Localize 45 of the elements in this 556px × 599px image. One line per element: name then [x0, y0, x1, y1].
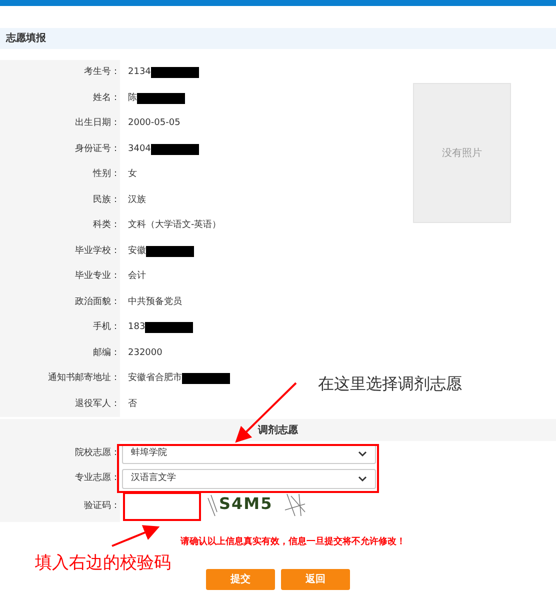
- chevron-down-icon: [358, 476, 367, 482]
- field-value: 安徽省合肥市: [128, 372, 182, 385]
- field-value: 文科（大学语文-英语）: [128, 219, 222, 232]
- field-value: 否: [128, 398, 137, 410]
- field-value: 2000-05-05: [128, 117, 180, 130]
- warning-text: 请确认以上信息真实有效，信息一旦提交将不允许修改！: [180, 536, 406, 549]
- field-label: 院校志愿：: [75, 446, 120, 460]
- field-value: 汉族: [128, 194, 146, 206]
- field-label: 验证码：: [84, 500, 120, 513]
- chevron-down-icon: [358, 450, 367, 456]
- field-value: 183: [128, 321, 146, 334]
- section-title: 调剂志愿: [258, 424, 298, 438]
- section-title: 志愿填报: [6, 32, 46, 46]
- field-value: 女: [128, 168, 137, 181]
- field-label: 邮编：: [93, 346, 120, 360]
- annotation-text: 填入右边的校验码: [35, 552, 171, 575]
- captcha-image: S4M5: [207, 492, 307, 518]
- field-label: 退役军人：: [75, 398, 120, 410]
- field-label: 民族：: [93, 194, 120, 206]
- field-value: 中共预备党员: [128, 296, 182, 308]
- field-label: 政治面貌：: [75, 296, 120, 308]
- dropdown[interactable]: 汉语言文学: [122, 468, 376, 488]
- field-label: 考生号：: [84, 66, 120, 79]
- field-label: 出生日期：: [75, 117, 120, 130]
- field-value: 会计: [128, 270, 146, 283]
- field-value: 3404: [128, 142, 151, 156]
- annotation-arrow: [235, 382, 297, 443]
- photo-text: 没有照片: [442, 146, 482, 160]
- captcha-input[interactable]: [123, 492, 201, 521]
- annotation-arrow: [112, 525, 160, 547]
- dropdown[interactable]: 蚌埠学院: [122, 444, 376, 464]
- annotation-text: 在这里选择调剂志愿: [318, 373, 462, 395]
- field-label: 手机：: [93, 321, 120, 334]
- field-label: 专业志愿：: [75, 472, 120, 485]
- field-value: 陈: [128, 92, 137, 104]
- field-label: 身份证号：: [75, 142, 120, 156]
- field-label: 姓名：: [93, 92, 120, 104]
- field-label: 毕业专业：: [75, 270, 120, 283]
- field-label: 性别：: [93, 168, 120, 181]
- field-label: 通知书邮寄地址：: [48, 372, 120, 385]
- field-value: 2134: [128, 66, 151, 79]
- field-value: 232000: [128, 346, 162, 360]
- field-label: 科类：: [93, 219, 120, 232]
- field-value: 安徽: [128, 244, 146, 258]
- field-label: 毕业学校：: [75, 244, 120, 258]
